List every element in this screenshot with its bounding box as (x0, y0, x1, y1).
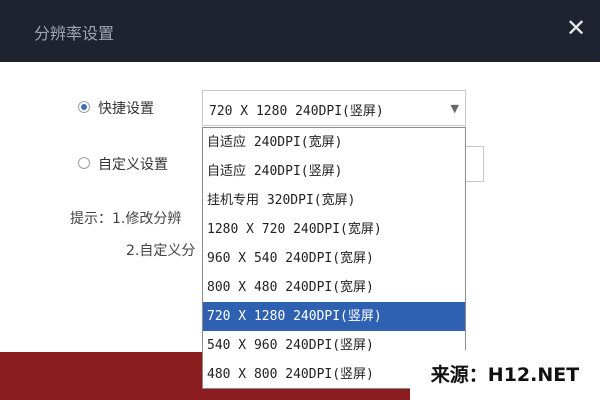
resolution-option[interactable]: 800 X 480 240DPI(宽屏) (203, 273, 465, 302)
resolution-select-value: 720 X 1280 240DPI(竖屏) (209, 104, 384, 119)
resolution-option[interactable]: 自适应 240DPI(竖屏) (203, 157, 465, 186)
custom-resolution-input[interactable] (466, 146, 484, 182)
quick-settings-radio[interactable] (78, 101, 90, 113)
resolution-select[interactable]: 720 X 1280 240DPI(竖屏) ▼ (202, 90, 466, 126)
resolution-option[interactable]: 挂机专用 320DPI(宽屏) (203, 186, 465, 215)
quick-settings-label: 快捷设置 (98, 101, 154, 117)
close-icon[interactable]: ✕ (560, 12, 592, 44)
resolution-option[interactable]: 自适应 240DPI(宽屏) (203, 128, 465, 157)
resolution-option[interactable]: 1280 X 720 240DPI(宽屏) (203, 215, 465, 244)
resolution-dropdown-list[interactable]: 自适应 240DPI(宽屏) 自适应 240DPI(竖屏) 挂机专用 320DPI(… (202, 127, 466, 389)
window-title: 分辨率设置 (34, 24, 115, 43)
resolution-option[interactable]: 960 X 540 240DPI(宽屏) (203, 244, 465, 273)
chevron-down-icon[interactable]: ▼ (451, 102, 459, 115)
custom-settings-label: 自定义设置 (98, 157, 168, 173)
hint-line-1: 提示：1.修改分辨 (70, 211, 182, 227)
hint-line-2: 2.自定义分 (126, 243, 196, 259)
watermark: 来源：H12.NET (410, 350, 600, 400)
custom-settings-radio[interactable] (78, 157, 90, 169)
title-bar: 分辨率设置 ✕ (0, 0, 600, 62)
resolution-option[interactable]: 720 X 1280 240DPI(竖屏) (203, 302, 465, 331)
